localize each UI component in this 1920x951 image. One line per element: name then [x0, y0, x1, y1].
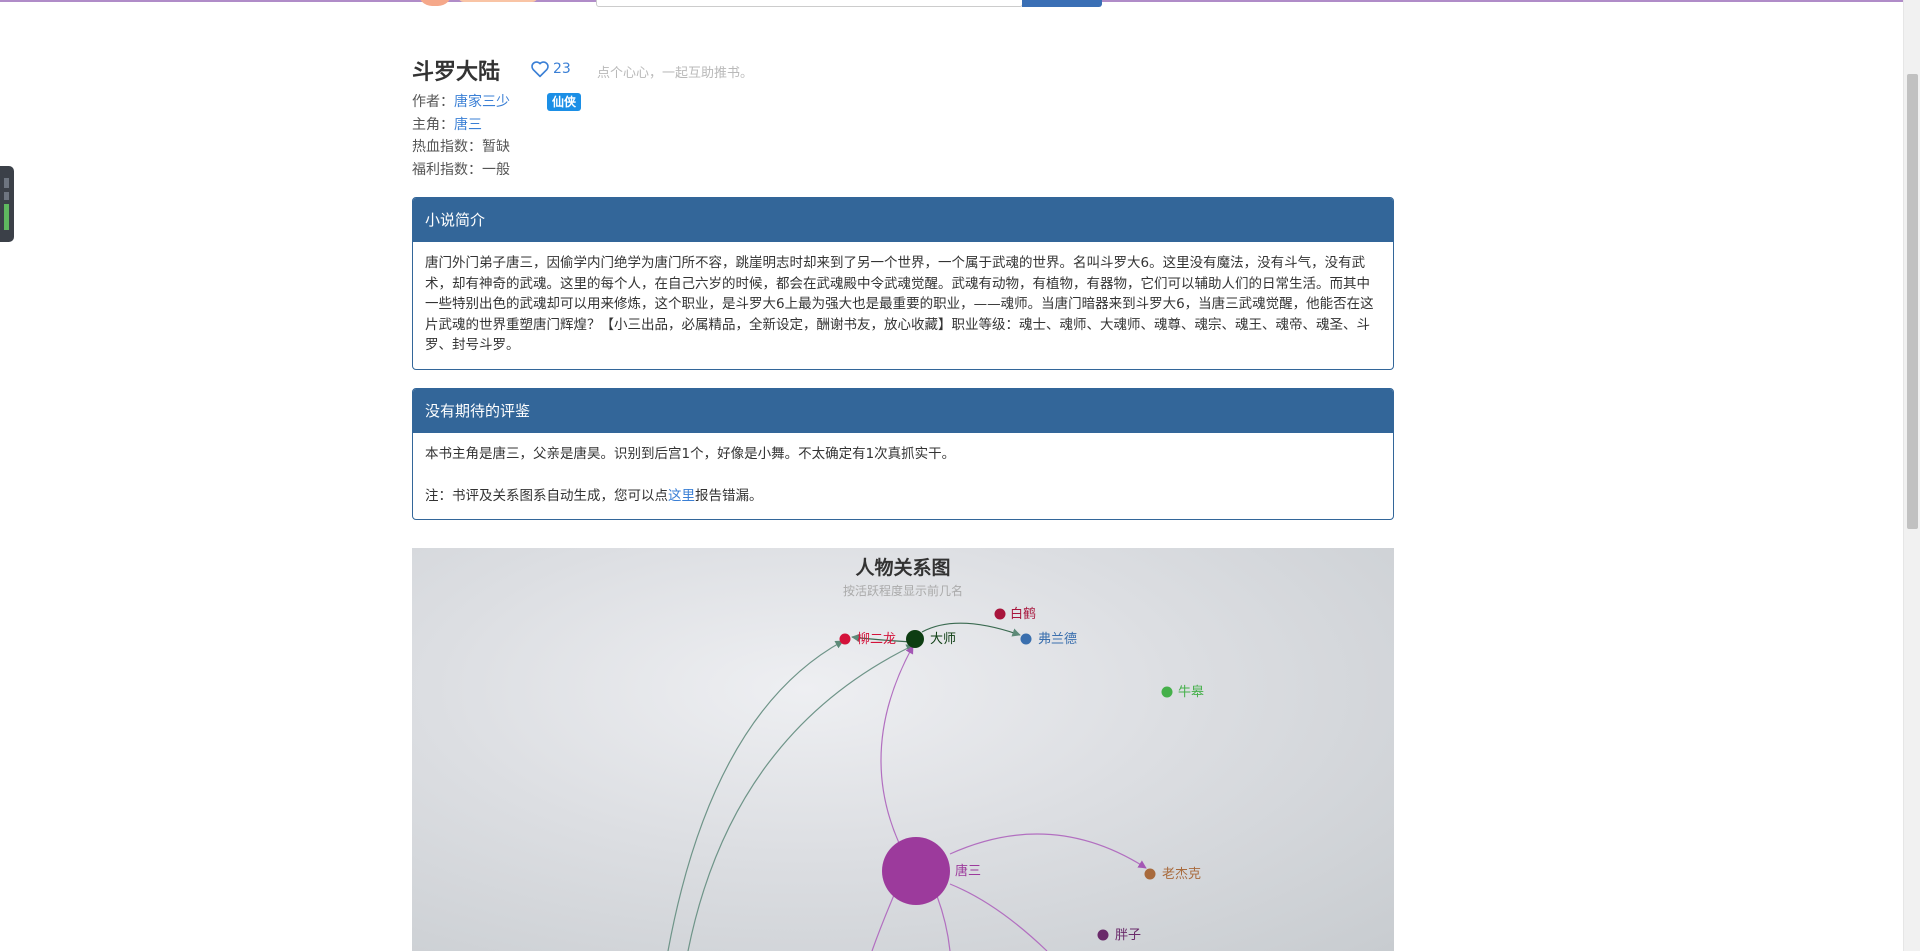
node-label: 大师 — [930, 631, 956, 646]
report-link[interactable]: 这里 — [668, 488, 695, 504]
intro-text: 唐门外门弟子唐三，因偷学内门绝学为唐门所不容，跳崖明志时却来到了另一个世界，一个… — [425, 255, 1374, 353]
graph-subtitle: 按活跃程度显示前几名 — [842, 584, 963, 598]
meta-protagonist-label: 主角： — [412, 117, 454, 133]
review-note-prefix: 注：书评及关系图系自动生成，您可以点 — [425, 487, 668, 504]
edge-tangsan-down — [936, 895, 951, 951]
node-laojieke[interactable] — [1144, 868, 1156, 880]
node-label: 弗兰德 — [1038, 631, 1077, 646]
protagonist-link[interactable]: 唐三 — [454, 117, 482, 133]
intro-heading: 小说简介 — [413, 198, 1393, 242]
review-note-suffix: 报告错漏。 — [695, 487, 763, 504]
book-title: 斗罗大陆 — [412, 60, 501, 85]
edge-tangsan-dashi — [880, 645, 914, 844]
node-label: 牛皋 — [1178, 684, 1204, 699]
meta-welfare-label: 福利指数： — [412, 162, 482, 178]
graph-title: 人物关系图 — [855, 557, 951, 579]
author-link[interactable]: 唐家三少 — [454, 94, 510, 110]
node-dashi[interactable] — [906, 630, 924, 648]
site-logo[interactable] — [418, 0, 543, 6]
meta-welfare: 福利指数：一般 — [412, 159, 510, 179]
meta-passion-label: 热血指数： — [412, 139, 482, 155]
edge-tangsan-down-right — [949, 883, 1048, 951]
meta-passion-value: 暂缺 — [482, 139, 510, 155]
review-text: 本书主角是唐三，父亲是唐昊。识别到后宫1个，好像是小舞。不太确定有1次真抓实干。 — [425, 446, 956, 462]
node-tangsan[interactable] — [882, 837, 950, 905]
node-label: 老杰克 — [1162, 866, 1201, 881]
meta-author-label: 作者： — [412, 94, 454, 110]
heart-icon — [531, 61, 549, 78]
edge-left-liuerlong — [667, 640, 844, 951]
node-label: 柳二龙 — [857, 631, 896, 646]
node-label: 胖子 — [1115, 927, 1141, 942]
search-button[interactable] — [1022, 0, 1102, 7]
review-note: 注：书评及关系图系自动生成，您可以点这里报告错漏。 — [425, 486, 1381, 507]
meta-protagonist: 主角：唐三 — [412, 114, 482, 134]
review-heading: 没有期待的评鉴 — [413, 389, 1393, 433]
node-label: 白鹤 — [1010, 606, 1036, 621]
page-scrollbar[interactable] — [1903, 0, 1920, 951]
node-baihe[interactable] — [994, 608, 1006, 620]
meta-welfare-value: 一般 — [482, 162, 510, 178]
meta-passion: 热血指数：暂缺 — [412, 136, 510, 156]
like-button[interactable]: 23 — [530, 60, 571, 78]
node-niugao[interactable] — [1161, 686, 1173, 698]
edge-left-dashi — [687, 644, 915, 951]
genre-tag[interactable]: 仙侠 — [547, 93, 582, 111]
search-input[interactable] — [596, 0, 1023, 7]
meta-author: 作者：唐家三少 — [412, 91, 510, 111]
edge-tangsan-down-left — [871, 887, 898, 951]
level-meter-icon — [4, 204, 9, 230]
node-fulande[interactable] — [1020, 633, 1032, 645]
graph-canvas[interactable]: 唐三 大师 柳二龙 白鹤 弗兰德 牛皋 老杰克 胖子 — [412, 548, 1394, 951]
like-hint: 点个心心，一起互助推书。 — [597, 66, 754, 81]
review-panel: 没有期待的评鉴 本书主角是唐三，父亲是唐昊。识别到后宫1个，好像是小舞。不太确定… — [412, 388, 1394, 520]
review-body: 本书主角是唐三，父亲是唐昊。识别到后宫1个，好像是小舞。不太确定有1次真抓实干。… — [413, 433, 1393, 517]
logo-mark-icon — [418, 0, 452, 6]
relationship-graph[interactable]: 唐三 大师 柳二龙 白鹤 弗兰德 牛皋 老杰克 胖子 人物关系图 按活跃程度显示… — [412, 548, 1394, 951]
logo-wordmark — [458, 0, 538, 2]
side-widget[interactable] — [0, 166, 14, 242]
node-liuerlong[interactable] — [839, 633, 851, 645]
intro-panel: 小说简介 唐门外门弟子唐三，因偷学内门绝学为唐门所不容，跳崖明志时却来到了另一个… — [412, 197, 1394, 370]
scrollbar-thumb[interactable] — [1907, 74, 1918, 529]
like-count: 23 — [553, 61, 571, 77]
node-label: 唐三 — [955, 863, 981, 878]
node-pangzi[interactable] — [1097, 929, 1109, 941]
